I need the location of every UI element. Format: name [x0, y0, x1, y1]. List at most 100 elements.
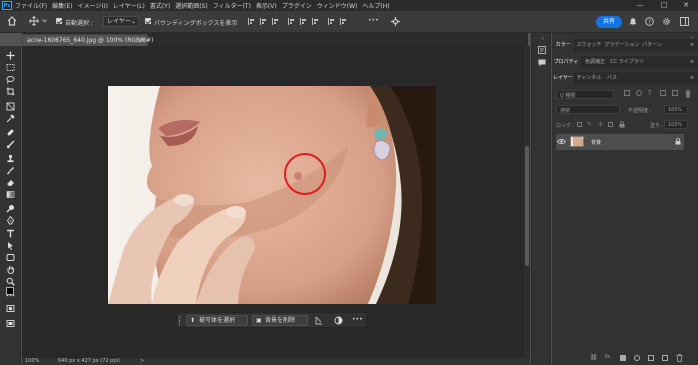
tab-layers[interactable]: レイヤー: [552, 72, 574, 85]
close-window-button[interactable]: ✕: [676, 0, 696, 11]
hand-tool[interactable]: [4, 264, 16, 275]
menu-layer[interactable]: レイヤー(L): [113, 1, 145, 10]
align-center-icon[interactable]: [260, 18, 268, 25]
add-mask-icon[interactable]: [620, 355, 626, 361]
menu-plugins[interactable]: プラグイン: [282, 1, 312, 10]
brush-tool[interactable]: [4, 139, 16, 150]
menu-image[interactable]: イメージ(I): [78, 1, 108, 10]
vertical-scroll-thumb[interactable]: [525, 146, 529, 266]
more-actions-button[interactable]: •••: [352, 316, 363, 323]
eraser-tool[interactable]: [4, 177, 16, 188]
frame-tool[interactable]: [4, 101, 16, 112]
menu-filter[interactable]: フィルター(T): [213, 1, 251, 10]
history-brush-tool[interactable]: [4, 165, 16, 176]
panel-menu-icon[interactable]: ≡: [690, 42, 694, 48]
new-layer-icon[interactable]: [662, 355, 668, 361]
gear-icon[interactable]: [662, 17, 671, 28]
comments-panel-icon[interactable]: [538, 59, 546, 69]
maximize-button[interactable]: □: [654, 0, 674, 11]
lock-pixels-icon[interactable]: ✎: [587, 121, 592, 128]
auto-select-checkbox[interactable]: [56, 18, 62, 24]
align-right-icon[interactable]: [272, 18, 280, 25]
tab-cc-libraries[interactable]: CC ライブラリ: [610, 56, 644, 69]
align-left-icon[interactable]: [248, 18, 256, 25]
align-bottom-icon[interactable]: [312, 18, 320, 25]
move-icon[interactable]: [29, 16, 39, 28]
panel-menu-icon[interactable]: ≡: [690, 75, 694, 81]
panel-menu-icon[interactable]: ≡: [690, 59, 694, 65]
screen-mode-icon[interactable]: [4, 318, 16, 329]
remove-background-button[interactable]: ▣ 背景を削除: [252, 315, 308, 326]
menu-file[interactable]: ファイル(F): [15, 1, 47, 10]
lock-icon[interactable]: [619, 121, 625, 130]
collapse-arrows-icon[interactable]: «: [541, 36, 544, 42]
type-tool[interactable]: [4, 228, 16, 239]
tab-adjustments[interactable]: 色調補正: [582, 56, 608, 69]
filter-smart-icon[interactable]: [672, 90, 678, 96]
distribute-spacing-icon[interactable]: [340, 18, 348, 25]
bell-icon[interactable]: [629, 17, 637, 28]
opacity-input[interactable]: 100%: [664, 105, 688, 114]
tab-gradients[interactable]: グラデーション: [604, 39, 640, 52]
lock-transparency-icon[interactable]: [577, 122, 582, 127]
layer-name[interactable]: 背景: [591, 139, 601, 146]
quick-mask-icon[interactable]: [4, 303, 16, 314]
drag-handle-icon[interactable]: [179, 316, 181, 325]
crop-tool[interactable]: [4, 86, 16, 97]
minimize-button[interactable]: —: [630, 0, 650, 11]
foreground-color-swatch[interactable]: [6, 287, 14, 295]
link-layers-icon[interactable]: ⛓: [590, 354, 598, 361]
filter-pixel-icon[interactable]: [624, 90, 630, 96]
filter-toggle-switch[interactable]: [686, 90, 690, 98]
blend-mode-dropdown[interactable]: 通常: [556, 105, 620, 114]
close-tab-icon[interactable]: ×: [139, 35, 144, 46]
layer-style-icon[interactable]: fx: [605, 354, 610, 360]
document-image[interactable]: [108, 86, 436, 304]
transform-icon[interactable]: [315, 316, 323, 327]
move-tool[interactable]: [4, 50, 16, 61]
layer-kind-filter[interactable]: Q 種類: [556, 90, 614, 99]
menu-select[interactable]: 選択範囲(S): [175, 1, 208, 10]
filter-type-icon[interactable]: T: [648, 90, 652, 97]
shape-tool[interactable]: [4, 252, 16, 263]
tab-color[interactable]: カラー: [552, 39, 574, 52]
dodge-tool[interactable]: [4, 203, 16, 214]
fill-input[interactable]: 100%: [664, 120, 688, 129]
3d-mode-icon[interactable]: [391, 17, 400, 28]
new-group-icon[interactable]: [648, 355, 654, 361]
bounding-box-checkbox[interactable]: [145, 18, 151, 24]
workspace-icon[interactable]: [680, 17, 689, 28]
help-icon[interactable]: ?: [645, 17, 654, 28]
filter-adjustment-icon[interactable]: [636, 90, 642, 96]
home-icon[interactable]: [7, 16, 17, 28]
tab-paths[interactable]: パス: [604, 72, 620, 85]
lock-position-icon[interactable]: ✛: [598, 121, 603, 128]
chevron-down-icon[interactable]: [42, 18, 47, 25]
adjustment-layer-icon[interactable]: [634, 355, 640, 361]
menu-edit[interactable]: 編集(E): [52, 1, 72, 10]
menu-help[interactable]: ヘルプ(H): [362, 1, 389, 10]
lasso-tool[interactable]: [4, 74, 16, 85]
zoom-level[interactable]: 100%: [25, 358, 39, 365]
eye-icon[interactable]: [556, 138, 567, 147]
align-top-icon[interactable]: [288, 18, 296, 25]
history-panel-icon[interactable]: [538, 46, 546, 56]
marquee-tool[interactable]: [4, 62, 16, 73]
share-button[interactable]: 共有: [596, 16, 622, 28]
distribute-icon[interactable]: [328, 18, 336, 25]
document-tab[interactable]: acne-1606765_640.jpg @ 100% (RGB/8#) ×: [22, 34, 153, 46]
menu-type[interactable]: 書式(Y): [150, 1, 170, 10]
lock-artboard-icon[interactable]: [608, 122, 613, 127]
tab-patterns[interactable]: パターン: [641, 39, 663, 52]
tab-swatches[interactable]: スウォッチ: [575, 39, 603, 52]
filter-shape-icon[interactable]: [660, 90, 666, 96]
status-menu-arrow[interactable]: >: [140, 358, 144, 365]
tab-channels[interactable]: チャンネル: [576, 72, 602, 85]
menu-view[interactable]: 表示(V): [256, 1, 277, 10]
gradient-tool[interactable]: [4, 189, 16, 200]
align-middle-icon[interactable]: [300, 18, 308, 25]
layer-select-dropdown[interactable]: レイヤー ⌄: [103, 16, 139, 27]
eyedropper-tool[interactable]: [4, 113, 16, 124]
menu-window[interactable]: ウィンドウ(W): [317, 1, 358, 10]
zoom-tool[interactable]: [4, 276, 16, 287]
